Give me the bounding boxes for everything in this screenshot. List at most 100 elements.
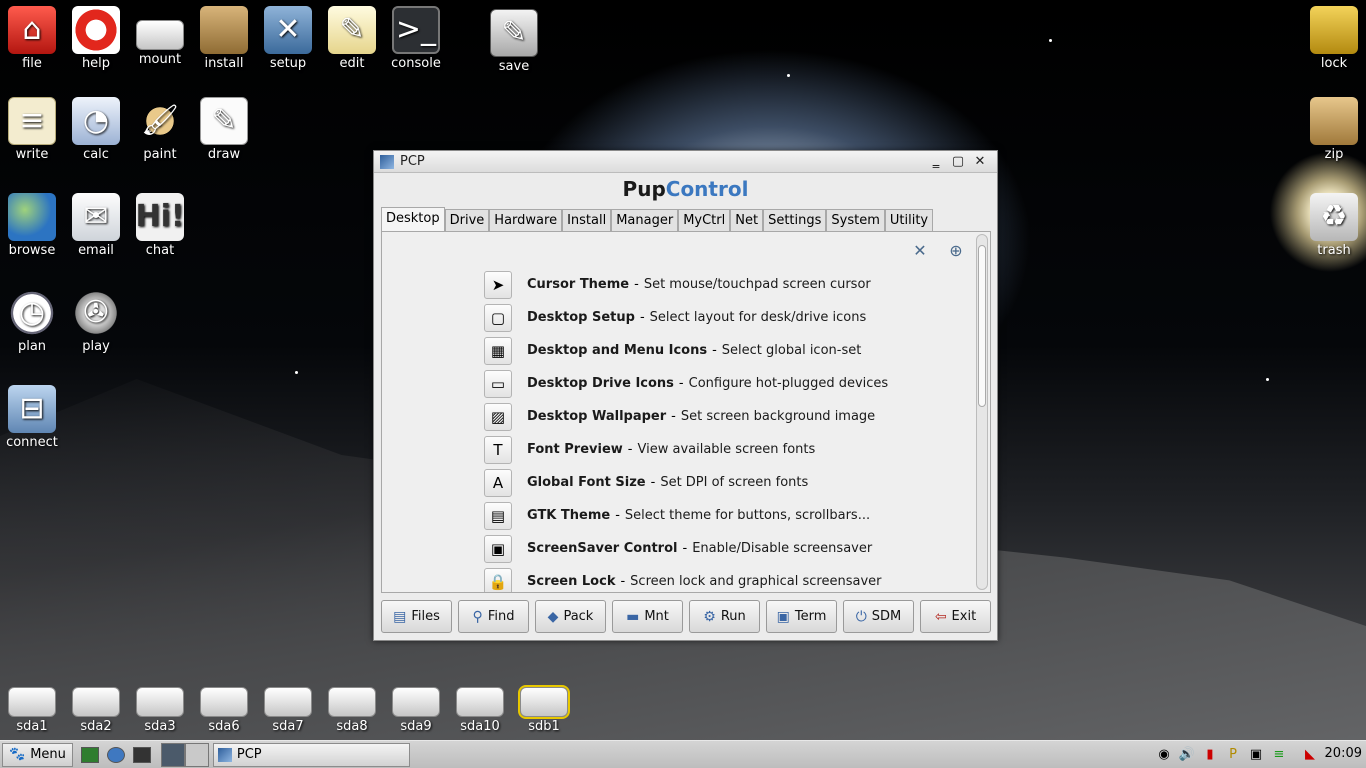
desktop-icon-mount[interactable]: mount [128,6,192,67]
network-status-icon[interactable]: ◉ [1154,744,1174,764]
desktop-icon-email[interactable]: ✉ email [64,193,128,258]
sdm-button[interactable]: ⏻ SDM [843,600,914,633]
desktop-icon-paint[interactable]: 🖌 paint [128,97,192,162]
drive-icon-sda3[interactable]: sda3 [128,673,192,734]
list-item-desktop-drive-icons[interactable]: ▭ Desktop Drive Icons - Configure hot-plug… [484,367,964,400]
star [1049,39,1052,42]
tab-bar: Desktop Drive Hardware Install Manager M… [374,207,997,231]
desktop-icon-browse[interactable]: browse [0,193,64,258]
volume-icon[interactable]: 🔊 [1177,744,1197,764]
desktop-icon-edit[interactable]: ✎ edit [320,6,384,71]
tab-manager[interactable]: Manager [611,209,679,231]
workspace-2[interactable] [184,742,209,767]
pack-button[interactable]: ◆ Pack [535,600,606,633]
tab-utility[interactable]: Utility [884,209,934,231]
start-menu-button[interactable]: 🐾 Menu [2,742,73,767]
terminal-launcher-icon[interactable] [132,746,151,763]
tab-hardware[interactable]: Hardware [489,209,563,231]
desktop-icon-calc[interactable]: ◔ calc [64,97,128,162]
list-item-desktop-wallpaper[interactable]: ▨ Desktop Wallpaper - Set screen backgroun… [484,400,964,433]
drive-icon-sda9[interactable]: sda9 [384,673,448,734]
drive-icon-sda7[interactable]: sda7 [256,673,320,734]
drive-icon-sda10[interactable]: sda10 [448,673,512,734]
padlock-icon[interactable]: 🔒 [484,567,512,592]
desktop-icon-file[interactable]: ⌂ file [0,6,64,71]
maximize-icon[interactable]: ▢ [947,154,969,169]
memory-monitor-icon[interactable]: ≡ [1269,744,1289,764]
list-item-screensaver-control[interactable]: ▣ ScreenSaver Control - Enable/Disable scr… [484,532,964,565]
desktop-icon-install[interactable]: install [192,6,256,71]
desktop-icon-trash[interactable]: ♻ trash [1302,193,1366,258]
vertical-scrollbar[interactable] [976,234,988,590]
desktop-icon-plan[interactable]: ◷ plan [0,289,64,354]
cursor-arrow-icon[interactable]: ➤ [484,270,512,299]
drive-icon[interactable]: ▭ [484,369,512,398]
drive-icon-sda8[interactable]: sda8 [320,673,384,734]
gtk-theme-icon[interactable]: ▤ [484,501,512,530]
drive-icon-sda6[interactable]: sda6 [192,673,256,734]
tab-install[interactable]: Install [562,209,612,231]
terminal-icon: ▣ [776,608,790,625]
find-button[interactable]: ⚲ Find [458,600,529,633]
icon-grid-icon[interactable]: ▦ [484,336,512,365]
term-button[interactable]: ▣ Term [766,600,837,633]
window-titlebar[interactable]: PCP ‗ ▢ ✕ [374,151,997,173]
exit-button[interactable]: ⇦ Exit [920,600,991,633]
display-icon[interactable]: ▣ [1246,744,1266,764]
help-lifebuoy-icon[interactable]: ⊕ [946,240,966,260]
taskbar-task-pcp[interactable]: PCP [212,742,410,767]
help-lifebuoy-icon [72,6,120,54]
list-item-desktop-menu-icons[interactable]: ▦ Desktop and Menu Icons - Select global i… [484,334,964,367]
desktop-icon-setup[interactable]: ✕ setup [256,6,320,71]
files-button[interactable]: ▤ Files [381,600,452,633]
tab-system[interactable]: System [826,209,885,231]
minimize-icon[interactable]: ‗ [925,154,947,169]
show-desktop-icon[interactable] [80,746,99,763]
desktop-icon-draw[interactable]: ✎ draw [192,97,256,162]
drive-icon-sda1[interactable]: sda1 [0,673,64,734]
list-item-desktop-setup[interactable]: ▢ Desktop Setup - Select layout for desk/d… [484,301,964,334]
clock[interactable]: 20:09 [1325,746,1362,761]
list-item-gtk-theme[interactable]: ▤ GTK Theme - Select theme for buttons, sc… [484,499,964,532]
mnt-button[interactable]: ▬ Mnt [612,600,683,633]
desktop-icon-console[interactable]: >_ console [384,6,448,71]
scrollbar-thumb[interactable] [978,245,986,407]
tab-myctrl[interactable]: MyCtrl [678,209,731,231]
power-icon: ⏻ [855,608,867,625]
envelope-icon: ✉ [72,193,120,241]
drive-icon [518,685,570,719]
list-item-screen-lock[interactable]: 🔒 Screen Lock - Screen lock and graphical … [484,565,964,592]
desktop-icon-play[interactable]: ✇ play [64,289,128,354]
trash-can-icon: ♻ [1310,193,1358,241]
desktop-icon-chat[interactable]: Hi! chat [128,193,192,258]
monitor-icon[interactable]: ▣ [484,534,512,563]
desktop-icon-save[interactable]: ✎ save [482,9,546,74]
cpu-monitor-icon[interactable]: ◣ [1300,744,1320,764]
drive-icon-sdb1[interactable]: sdb1 [512,673,576,734]
desktop-icon-write[interactable]: ≡ write [0,97,64,162]
desktop-icon-help[interactable]: help [64,6,128,71]
drive-icon [8,687,56,717]
desktop-icon-connect[interactable]: ⊟ connect [0,385,64,450]
run-button[interactable]: ⚙ Run [689,600,760,633]
list-item-cursor-theme[interactable]: ➤ Cursor Theme - Set mouse/touchpad screen… [484,268,964,301]
power-manager-icon[interactable]: P [1223,744,1243,764]
close-icon[interactable]: ✕ [969,154,991,169]
browser-launcher-icon[interactable] [106,746,125,763]
workspace-1[interactable] [160,742,185,767]
wallpaper-icon[interactable]: ▨ [484,402,512,431]
desktop-setup-icon[interactable]: ▢ [484,303,512,332]
tab-net[interactable]: Net [730,209,764,231]
tab-desktop[interactable]: Desktop [381,207,445,231]
tools-icon[interactable]: ✕ [910,240,930,260]
list-item-global-font-size[interactable]: A Global Font Size - Set DPI of screen fon… [484,466,964,499]
desktop-icon-lock[interactable]: lock [1302,6,1366,71]
font-size-icon[interactable]: A [484,468,512,497]
list-item-font-preview[interactable]: T Font Preview - View available screen fon… [484,433,964,466]
battery-icon[interactable]: ▮ [1200,744,1220,764]
desktop-icon-zip[interactable]: zip [1302,97,1366,162]
drive-icon-sda2[interactable]: sda2 [64,673,128,734]
tab-drive[interactable]: Drive [444,209,490,231]
tab-settings[interactable]: Settings [763,209,827,231]
font-preview-icon[interactable]: T [484,435,512,464]
